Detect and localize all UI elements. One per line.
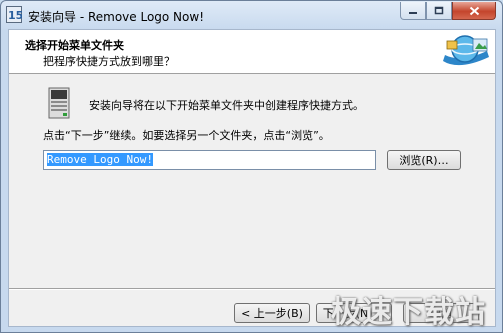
wizard-header: 选择开始菜单文件夹 把程序快捷方式放到哪里？ <box>9 30 495 74</box>
close-button[interactable] <box>452 2 496 20</box>
back-button[interactable]: < 上一步(B) <box>234 303 310 323</box>
minimize-button[interactable] <box>400 2 426 20</box>
site-watermark: 极速下载站 <box>331 295 486 330</box>
description-text: 安装向导将在以下开始菜单文件夹中创建程序快捷方式。 <box>89 99 364 112</box>
browse-button[interactable]: 浏览(R)… <box>387 150 461 170</box>
window-title: 安装向导 - Remove Logo Now! <box>28 10 205 24</box>
wizard-client-area: 选择开始菜单文件夹 把程序快捷方式放到哪里？ 安装向导将在以下开始菜单文件夹中创… <box>8 29 496 327</box>
installer-icon: 15 <box>6 6 22 23</box>
program-folder-icon <box>48 87 70 119</box>
close-icon <box>469 6 479 15</box>
start-menu-folder-input[interactable]: Remove Logo Now! <box>43 150 376 170</box>
instruction-text: 点击“下一步”继续。如要选择另一个文件夹，点击“浏览”。 <box>43 129 330 142</box>
folder-input-value: Remove Logo Now! <box>47 153 153 166</box>
page-subtitle: 把程序快捷方式放到哪里？ <box>43 55 175 68</box>
app-logo-icon <box>443 35 489 66</box>
minimize-icon <box>409 11 417 14</box>
title-bar[interactable]: 15 安装向导 - Remove Logo Now! <box>1 1 502 29</box>
installer-window: 15 安装向导 - Remove Logo Now! 选择开始菜单文件夹 把程序… <box>0 0 503 333</box>
page-title: 选择开始菜单文件夹 <box>25 39 124 52</box>
svg-text:15: 15 <box>8 9 22 22</box>
maximize-icon <box>434 6 444 15</box>
maximize-button[interactable] <box>426 2 452 20</box>
caption-buttons <box>400 2 496 20</box>
